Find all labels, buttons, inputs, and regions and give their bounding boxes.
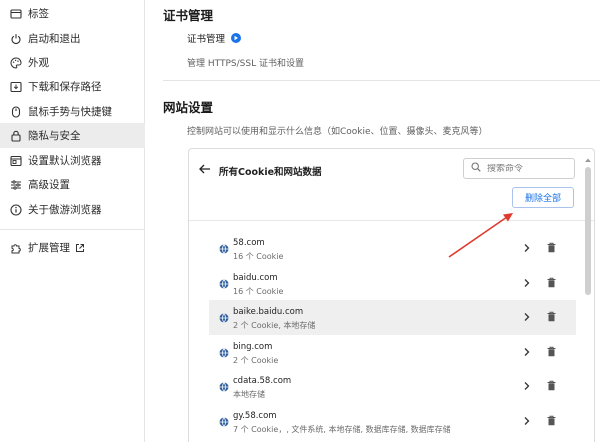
chevron-right-icon[interactable] — [523, 347, 531, 357]
globe-icon — [219, 417, 229, 427]
site-name: 58.com — [233, 238, 265, 248]
site-info: 16 个 Cookie — [233, 252, 284, 261]
search-input[interactable] — [487, 163, 567, 174]
site-settings-title: 网站设置 — [163, 100, 214, 115]
trash-icon[interactable] — [547, 346, 556, 357]
sidebar-item-label: 外观 — [28, 57, 49, 69]
search-field[interactable] — [463, 158, 575, 179]
scroll-up-icon[interactable] — [584, 157, 592, 163]
sidebar-item-label: 下载和保存路径 — [28, 81, 102, 93]
open-arrow-icon[interactable] — [231, 33, 242, 43]
trash-icon[interactable] — [547, 311, 556, 322]
browser-icon — [9, 154, 22, 167]
scroll-thumb[interactable] — [585, 167, 591, 295]
panel-scrollbar[interactable] — [584, 157, 592, 442]
chevron-right-icon[interactable] — [523, 243, 531, 253]
lock-icon — [9, 129, 22, 142]
back-arrow-icon[interactable] — [198, 162, 212, 176]
remove-all-button[interactable]: 删除全部 — [512, 187, 574, 208]
sidebar-item-label: 隐私与安全 — [28, 130, 81, 142]
site-name: cdata.58.com — [233, 376, 292, 386]
settings-sidebar: 标签 启动和退出 外观 下载和保存路径 鼠标手势与快捷键 隐私与安全 设置默认浏… — [0, 0, 145, 442]
sidebar-item-label: 高级设置 — [28, 179, 70, 191]
trash-icon[interactable] — [547, 415, 556, 426]
site-row[interactable]: baidu.com 16 个 Cookie — [209, 266, 576, 301]
site-row[interactable]: cdata.58.com 本地存储 — [209, 369, 576, 404]
settings-content: 证书管理 证书管理 管理 HTTPS/SSL 证书和设置 网站设置 控制网站可以… — [146, 0, 600, 442]
cert-description: 管理 HTTPS/SSL 证书和设置 — [187, 59, 304, 69]
chevron-right-icon[interactable] — [523, 278, 531, 288]
sidebar-item-startup[interactable]: 启动和退出 — [0, 26, 145, 51]
sidebar-divider — [0, 229, 145, 230]
search-icon — [471, 162, 481, 175]
site-row[interactable]: gy.58.com 7 个 Cookie，, 文件系统, 本地存储, 数据库存储… — [209, 404, 576, 439]
chevron-right-icon[interactable] — [523, 416, 531, 426]
site-name: gy.58.com — [233, 411, 277, 421]
palette-icon — [9, 56, 22, 69]
site-info: 2 个 Cookie — [233, 356, 279, 365]
sidebar-item-advanced[interactable]: 高级设置 — [0, 172, 145, 197]
site-name: baidu.com — [233, 273, 278, 283]
info-icon — [9, 203, 22, 216]
panel-divider — [189, 220, 594, 221]
site-info: 本地存储 — [233, 390, 265, 399]
cookie-data-panel: 所有Cookie和网站数据 删除全部 58.com 16 个 Cookie ba… — [188, 148, 595, 442]
site-info: 7 个 Cookie，, 文件系统, 本地存储, 数据库存储, 数据库存储 — [233, 425, 451, 434]
download-icon — [9, 80, 22, 93]
mouse-icon — [9, 105, 22, 118]
sidebar-item-about[interactable]: 关于傲游浏览器 — [0, 197, 145, 222]
cert-manage-row[interactable]: 证书管理 — [187, 31, 242, 45]
sidebar-item-default-browser[interactable]: 设置默认浏览器 — [0, 148, 145, 173]
sidebar-item-label: 关于傲游浏览器 — [28, 204, 102, 216]
tab-icon — [9, 7, 22, 20]
globe-icon — [219, 313, 229, 323]
trash-icon[interactable] — [547, 277, 556, 288]
sidebar-item-extensions[interactable]: 扩展管理 — [0, 235, 145, 260]
sidebar-item-tabs[interactable]: 标签 — [0, 1, 145, 26]
globe-icon — [219, 244, 229, 254]
site-name: bing.com — [233, 342, 273, 352]
sidebar-item-label: 启动和退出 — [28, 33, 81, 45]
globe-icon — [219, 348, 229, 358]
site-row[interactable]: 58.com 16 个 Cookie — [209, 231, 576, 266]
site-row[interactable]: bing.com 2 个 Cookie — [209, 335, 576, 370]
cert-manage-label: 证书管理 — [187, 34, 226, 45]
trash-icon[interactable] — [547, 242, 556, 253]
sidebar-item-gestures[interactable]: 鼠标手势与快捷键 — [0, 99, 145, 124]
chevron-right-icon[interactable] — [523, 312, 531, 322]
sliders-icon — [9, 178, 22, 191]
sidebar-item-label: 设置默认浏览器 — [28, 155, 102, 167]
panel-title: 所有Cookie和网站数据 — [219, 167, 322, 178]
chevron-right-icon[interactable] — [523, 381, 531, 391]
globe-icon — [219, 382, 229, 392]
site-row[interactable]: baike.baidu.com 2 个 Cookie, 本地存储 — [209, 300, 576, 335]
sidebar-item-label: 鼠标手势与快捷键 — [28, 106, 112, 118]
sidebar-item-label: 标签 — [28, 8, 49, 20]
sidebar-item-label: 扩展管理 — [28, 242, 70, 254]
site-info: 2 个 Cookie, 本地存储 — [233, 321, 316, 330]
sidebar-item-appearance[interactable]: 外观 — [0, 50, 145, 75]
cert-section-title: 证书管理 — [163, 8, 214, 23]
sidebar-item-downloads[interactable]: 下载和保存路径 — [0, 74, 145, 99]
power-icon — [9, 32, 22, 45]
trash-icon[interactable] — [547, 380, 556, 391]
puzzle-icon — [9, 241, 22, 254]
site-info: 16 个 Cookie — [233, 287, 284, 296]
external-link-icon — [75, 243, 85, 253]
section-divider — [163, 80, 600, 81]
site-settings-description: 控制网站可以使用和显示什么信息（如Cookie、位置、摄像头、麦克风等） — [187, 127, 488, 137]
site-name: baike.baidu.com — [233, 307, 304, 317]
sidebar-item-privacy[interactable]: 隐私与安全 — [0, 123, 145, 148]
globe-icon — [219, 279, 229, 289]
